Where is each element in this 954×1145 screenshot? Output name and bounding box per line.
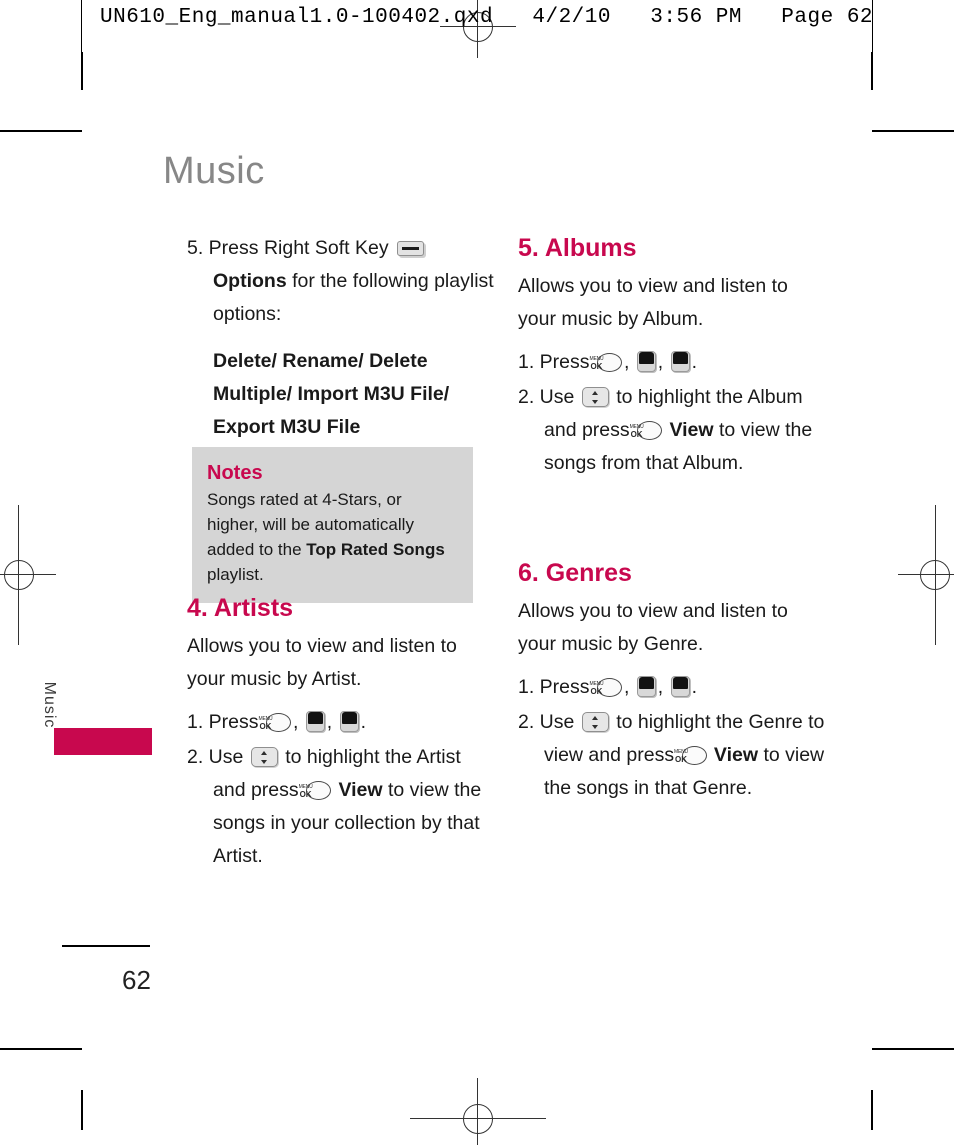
menu-ok-key-icon: MENU OK xyxy=(258,713,291,732)
albums-step-1-suffix: . xyxy=(691,351,698,373)
crop-mark-bottom-right-v xyxy=(871,1090,873,1130)
crop-mark-top-left-h xyxy=(0,130,82,132)
number-key-6-letter: F xyxy=(672,687,689,696)
menu-ok-key-top: MENU xyxy=(258,715,273,722)
albums-step-1: 1. Press MENU OK , 7 Z , 5 D . xyxy=(518,351,698,373)
number-key-7-icon: 7 Z xyxy=(636,351,656,372)
menu-ok-key-top: MENU xyxy=(589,680,604,687)
menu-ok-key-icon: MENU OK xyxy=(589,678,622,697)
crop-mark-bottom-left-v xyxy=(81,1090,83,1130)
crop-mark-top-right-h xyxy=(872,130,954,132)
menu-ok-key-bottom: OK xyxy=(675,754,687,764)
notes-body: Songs rated at 4-Stars, or higher, will … xyxy=(207,487,457,587)
genres-view-bold: View xyxy=(713,744,759,766)
albums-body: Allows you to view and listen to your mu… xyxy=(518,275,788,330)
notes-title: Notes xyxy=(207,462,263,484)
artists-step-1-prefix: 1. Press xyxy=(187,711,259,733)
number-key-7-icon: 7 Z xyxy=(636,676,656,697)
right-soft-key-icon xyxy=(397,241,425,256)
playlist-options-list: Delete/ Rename/ Delete Multiple/ Import … xyxy=(213,350,450,438)
section-genres: 6. Genres Allows you to view and listen … xyxy=(518,557,828,812)
genres-step-2: 2. Use to highlight the Genre to view an… xyxy=(518,706,828,805)
menu-ok-key-bottom: OK xyxy=(590,361,603,371)
number-key-7-letter: Z xyxy=(638,687,655,696)
artists-view-bold: View xyxy=(338,779,383,801)
artists-heading: 4. Artists xyxy=(187,594,294,622)
genres-body: Allows you to view and listen to your mu… xyxy=(518,600,788,655)
number-key-7-letter: Z xyxy=(307,722,324,731)
menu-ok-key-bottom: OK xyxy=(630,429,643,439)
playlist-step-5: 5. Press Right Soft Key Options for the … xyxy=(187,232,497,331)
footer-rule xyxy=(62,945,150,947)
number-key-5-letter: D xyxy=(672,362,689,371)
menu-ok-key-bottom: OK xyxy=(590,686,603,696)
number-key-4-icon: 4 S xyxy=(339,711,359,732)
header-rule-left xyxy=(81,0,82,52)
section-artists: 4. Artists Allows you to view and listen… xyxy=(187,592,497,880)
section-albums: 5. Albums Allows you to view and listen … xyxy=(518,232,828,487)
genres-heading: 6. Genres xyxy=(518,559,632,587)
registration-mark-right xyxy=(898,505,954,645)
number-key-5-icon: 5 D xyxy=(670,351,690,372)
notes-callout: Notes Songs rated at 4-Stars, or higher,… xyxy=(192,447,473,603)
options-bold-label: Options xyxy=(213,270,287,292)
number-key-7-icon: 7 Z xyxy=(305,711,325,732)
menu-ok-key-bottom: OK xyxy=(259,721,272,731)
left-column: 5. Press Right Soft Key Options for the … xyxy=(187,232,497,444)
menu-ok-key-icon: MENU OK xyxy=(589,353,622,372)
artists-step-1: 1. Press MENU OK , 7 Z , 4 S . xyxy=(187,711,367,733)
proof-header-text: UN610_Eng_manual1.0-100402.qxd 4/2/10 3:… xyxy=(100,6,874,29)
albums-heading: 5. Albums xyxy=(518,234,637,262)
genres-step-1-suffix: . xyxy=(691,676,698,698)
genres-step-1: 1. Press MENU OK , 7 Z , 6 F . xyxy=(518,676,698,698)
artists-step-2: 2. Use to highlight the Artist and press… xyxy=(187,741,497,873)
menu-ok-key-icon: MENU OK xyxy=(629,421,663,440)
menu-ok-key-bottom: OK xyxy=(299,789,312,799)
page-title: Music xyxy=(163,150,265,192)
crop-mark-bottom-right-h xyxy=(872,1048,954,1050)
navigation-up-down-key-icon xyxy=(250,747,278,767)
navigation-up-down-key-icon xyxy=(581,387,609,407)
artists-body: Allows you to view and listen to your mu… xyxy=(187,635,457,690)
artists-step-2-prefix: 2. Use xyxy=(187,746,244,768)
menu-ok-key-top: MENU xyxy=(298,783,313,790)
proof-header: UN610_Eng_manual1.0-100402.qxd 4/2/10 3:… xyxy=(0,0,954,70)
notes-body-bold: Top Rated Songs xyxy=(306,540,445,559)
playlist-step-5-prefix: 5. Press Right Soft Key xyxy=(187,237,389,259)
number-key-6-icon: 6 F xyxy=(670,676,690,697)
albums-view-bold: View xyxy=(669,419,714,441)
menu-ok-key-icon: MENU OK xyxy=(298,781,332,800)
menu-ok-key-top: MENU xyxy=(674,748,688,755)
page-number: 62 xyxy=(122,965,151,995)
header-rule-right xyxy=(872,0,873,52)
number-key-4-letter: S xyxy=(341,722,358,731)
genres-step-2-prefix: 2. Use xyxy=(518,711,575,733)
genres-step-1-prefix: 1. Press xyxy=(518,676,590,698)
navigation-up-down-key-icon xyxy=(581,712,609,732)
albums-step-2: 2. Use to highlight the Album and press … xyxy=(518,381,828,480)
menu-ok-key-icon: MENU OK xyxy=(674,746,707,765)
side-tab-bar xyxy=(54,728,152,755)
crop-mark-bottom-left-h xyxy=(0,1048,82,1050)
registration-mark-left xyxy=(0,505,56,645)
menu-ok-key-top: MENU xyxy=(589,355,604,362)
artists-step-1-suffix: . xyxy=(360,711,367,733)
albums-step-2-prefix: 2. Use xyxy=(518,386,575,408)
albums-step-1-prefix: 1. Press xyxy=(518,351,590,373)
menu-ok-key-top: MENU xyxy=(629,423,644,430)
number-key-7-letter: Z xyxy=(638,362,655,371)
notes-body-part2: playlist. xyxy=(207,565,264,584)
registration-mark-bottom xyxy=(410,1078,546,1145)
